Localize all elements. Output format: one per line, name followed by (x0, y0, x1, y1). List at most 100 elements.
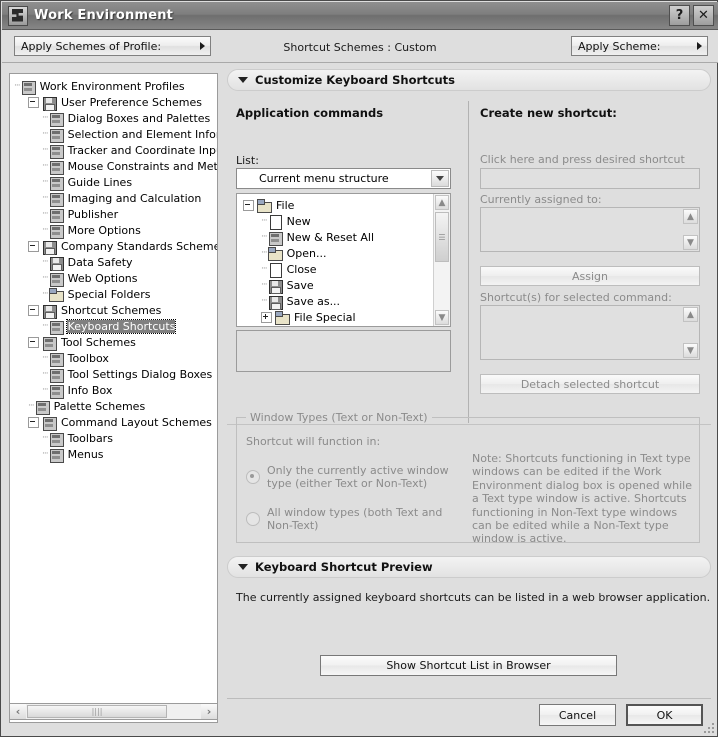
collapse-icon[interactable] (28, 97, 39, 108)
tree-item-label: Special Folders (67, 288, 151, 301)
tree-item[interactable]: ···Save as... (239, 293, 432, 309)
tree-item-label: External Content (293, 327, 387, 328)
info-box-icon (48, 383, 64, 398)
tree-item[interactable]: ···Tracker and Coordinate Inpu (10, 142, 217, 158)
window-title: Work Environment (34, 8, 173, 23)
radio-only-active-window[interactable]: Only the currently active window type (e… (246, 464, 461, 491)
tree-item[interactable]: ···Toolbox (10, 350, 217, 366)
tree-item[interactable]: ···Keyboard Shortcuts (10, 318, 217, 334)
shortcut-keys-input[interactable] (480, 168, 700, 189)
tree-item[interactable]: ···Open... (239, 245, 432, 261)
radio-only-active-window-label: Only the currently active window type (e… (267, 464, 461, 491)
tree-item[interactable]: ···New (239, 213, 432, 229)
assign-button[interactable]: Assign (480, 266, 700, 286)
assigned-vertical-scrollbar[interactable]: ▲ ▼ (682, 208, 699, 251)
scroll-right-icon[interactable]: › (201, 704, 217, 719)
collapse-icon[interactable] (28, 305, 39, 316)
apply-scheme-button[interactable]: Apply Scheme: (571, 36, 708, 56)
scroll-left-icon[interactable]: ‹ (10, 704, 26, 719)
scroll-down-icon[interactable]: ▼ (435, 310, 449, 325)
close-icon[interactable]: ✕ (693, 5, 714, 26)
tree-item[interactable]: ···Data Safety (10, 254, 217, 270)
tree-item[interactable]: ···Close (239, 261, 432, 277)
triangle-down-icon (238, 77, 248, 83)
tree-item[interactable]: ···Selection and Element Inform (10, 126, 217, 142)
collapse-icon[interactable] (28, 337, 39, 348)
ok-button[interactable]: OK (626, 704, 703, 726)
save-as-icon (267, 294, 283, 309)
scroll-up-icon[interactable]: ▲ (435, 195, 449, 210)
tree-item[interactable]: ···Save (239, 277, 432, 293)
application-commands-title: Application commands (236, 106, 383, 120)
scroll-up-icon[interactable]: ▲ (683, 307, 698, 322)
scrollbar-thumb[interactable]: |||| (27, 705, 167, 718)
keyboard-shortcut-preview-header[interactable]: Keyboard Shortcut Preview (227, 556, 711, 578)
application-commands-tree-panel[interactable]: File···New···New & Reset All···Open...··… (236, 193, 451, 327)
tree-item[interactable]: ···Publisher (10, 206, 217, 222)
collapse-icon[interactable] (28, 241, 39, 252)
customize-keyboard-shortcuts-header[interactable]: Customize Keyboard Shortcuts (227, 69, 711, 91)
scroll-down-icon[interactable]: ▼ (683, 343, 698, 358)
tree-item-label: Info Box (67, 384, 113, 397)
commands-vertical-scrollbar[interactable]: ▲ ☰ ▼ (433, 194, 450, 326)
tree-item[interactable]: ···Special Folders (10, 286, 217, 302)
tree-item[interactable]: ···Mouse Constraints and Meth (10, 158, 217, 174)
tree-item[interactable]: ···Toolbars (10, 430, 217, 446)
detach-shortcut-button[interactable]: Detach selected shortcut (480, 374, 700, 394)
open-folder-icon (267, 246, 283, 261)
shortcuts-for-command-listbox[interactable]: ▲ ▼ (480, 305, 700, 360)
tree-item[interactable]: Company Standards Schemes (10, 238, 217, 254)
scroll-up-icon[interactable]: ▲ (683, 209, 698, 224)
tree-item[interactable]: ···Web Options (10, 270, 217, 286)
radio-all-window-types-label: All window types (both Text and Non-Text… (267, 506, 461, 533)
collapse-icon[interactable] (28, 417, 39, 428)
scroll-down-icon[interactable]: ▼ (683, 235, 698, 250)
radio-icon[interactable] (246, 470, 260, 484)
column-divider (468, 101, 469, 423)
tree-item[interactable]: File Special (239, 309, 432, 325)
tree-item[interactable]: ···More Options (10, 222, 217, 238)
tree-item[interactable]: ···Work Environment Profiles (10, 78, 217, 94)
profiles-tree-panel[interactable]: ···Work Environment ProfilesUser Prefere… (9, 73, 218, 723)
tree-item[interactable]: File (239, 197, 432, 213)
mouse-icon (48, 159, 64, 174)
show-shortcut-list-button[interactable]: Show Shortcut List in Browser (320, 655, 617, 676)
currently-assigned-listbox[interactable]: ▲ ▼ (480, 207, 700, 252)
tree-item[interactable]: ···Menus (10, 446, 217, 462)
tree-item[interactable]: ···Imaging and Calculation (10, 190, 217, 206)
tree-item-label: Guide Lines (67, 176, 132, 189)
help-button[interactable]: ? (669, 5, 690, 26)
cancel-button[interactable]: Cancel (539, 704, 616, 726)
list-select[interactable]: Current menu structure (236, 168, 451, 189)
tree-item[interactable]: Command Layout Schemes (10, 414, 217, 430)
tree-item[interactable]: ···Dialog Boxes and Palettes (10, 110, 217, 126)
expand-icon[interactable] (261, 312, 272, 323)
tree-item-label: Company Standards Schemes (60, 240, 218, 253)
radio-all-window-types[interactable]: All window types (both Text and Non-Text… (246, 506, 461, 533)
shortcuts-vertical-scrollbar[interactable]: ▲ ▼ (682, 306, 699, 359)
radio-icon[interactable] (246, 512, 260, 526)
tree-item[interactable]: Shortcut Schemes (10, 302, 217, 318)
application-commands-tree: File···New···New & Reset All···Open...··… (239, 197, 432, 327)
tree-item-label: Web Options (67, 272, 138, 285)
tree-item[interactable]: ···Palette Schemes (10, 398, 217, 414)
resize-grip[interactable] (704, 723, 714, 733)
tree-item[interactable]: ···New & Reset All (239, 229, 432, 245)
folder-icon (274, 326, 290, 328)
disk-schemes-icon (41, 95, 57, 110)
scrollbar-track[interactable] (168, 704, 201, 719)
command-detail-listbox[interactable] (236, 330, 451, 372)
preview-description: The currently assigned keyboard shortcut… (236, 591, 710, 604)
collapse-icon[interactable] (243, 200, 254, 211)
scrollbar-thumb[interactable]: ☰ (435, 212, 449, 262)
sidebar-horizontal-scrollbar[interactable]: ‹ |||| › (9, 703, 218, 720)
chevron-down-icon[interactable] (431, 170, 449, 187)
tool-schemes-icon (41, 335, 57, 350)
tree-item[interactable]: User Preference Schemes (10, 94, 217, 110)
tree-item[interactable]: Tool Schemes (10, 334, 217, 350)
tree-item[interactable]: ···Tool Settings Dialog Boxes (10, 366, 217, 382)
close-document-icon (267, 262, 283, 277)
tree-item[interactable]: ···Info Box (10, 382, 217, 398)
tree-item[interactable]: ···Guide Lines (10, 174, 217, 190)
tree-item[interactable]: External Content (239, 325, 432, 327)
